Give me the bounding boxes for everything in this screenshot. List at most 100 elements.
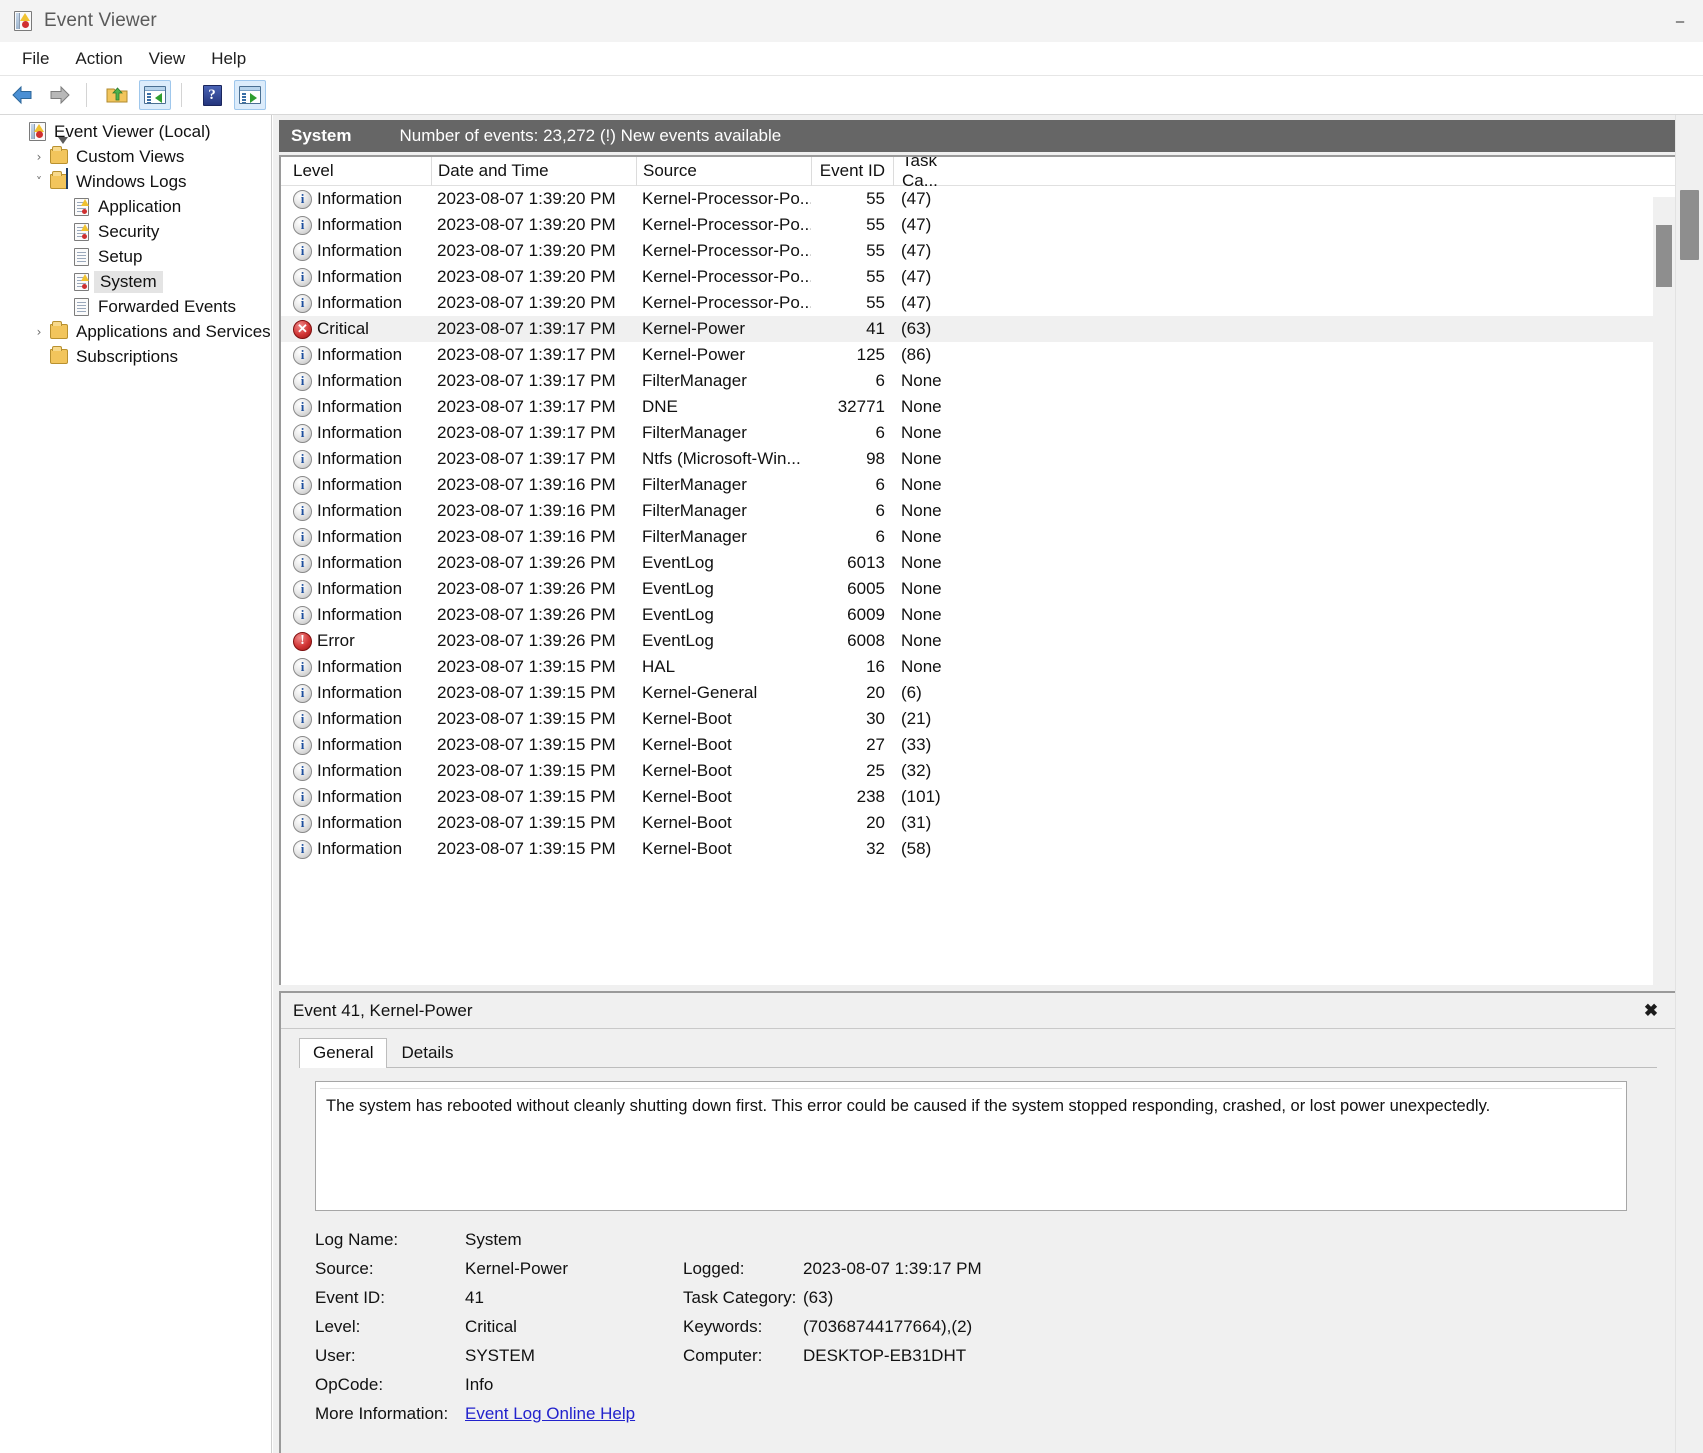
sidebar-item-label: Forwarded Events bbox=[98, 296, 236, 316]
cell-task-category: (31) bbox=[901, 813, 932, 832]
info-icon: i bbox=[293, 527, 312, 547]
cell-date-time: 2023-08-07 1:39:15 PM bbox=[437, 787, 616, 806]
table-row[interactable]: i Information 2023-08-07 1:39:20 PM Kernel-… bbox=[281, 238, 1675, 264]
cell-level-text: Information bbox=[317, 709, 403, 728]
field-value: System bbox=[465, 1229, 522, 1249]
field-label: Task Category: bbox=[683, 1287, 797, 1307]
cell-level-text: Information bbox=[317, 449, 403, 468]
help-button[interactable]: ? bbox=[196, 80, 228, 110]
cell-level: i Information bbox=[281, 420, 431, 446]
menu-item-action[interactable]: Action bbox=[63, 46, 134, 72]
sidebar-item-system[interactable]: System bbox=[0, 269, 271, 294]
event-description-box: The system has rebooted without cleanly … bbox=[315, 1081, 1627, 1211]
tab-general[interactable]: General bbox=[299, 1038, 388, 1068]
menu-item-file[interactable]: File bbox=[10, 46, 61, 72]
table-row[interactable]: i Information 2023-08-07 1:39:17 PM FilterM… bbox=[281, 368, 1675, 394]
sidebar-item-windows-logs[interactable]: ˅ Windows Logs bbox=[0, 168, 271, 194]
show-hide-action-pane-button[interactable] bbox=[234, 80, 266, 110]
menu-item-view[interactable]: View bbox=[137, 46, 198, 72]
cell-source: Kernel-Boot bbox=[642, 839, 732, 858]
table-row[interactable]: i Information 2023-08-07 1:39:17 PM Kernel-… bbox=[281, 342, 1675, 368]
table-row[interactable]: i Information 2023-08-07 1:39:15 PM Kernel-… bbox=[281, 810, 1675, 836]
sidebar-item-setup[interactable]: Setup bbox=[0, 244, 271, 269]
chevron-down-icon[interactable]: ˅ bbox=[30, 175, 48, 189]
chevron-right-icon[interactable]: › bbox=[30, 150, 48, 164]
chevron-right-icon[interactable]: › bbox=[30, 325, 48, 339]
table-row[interactable]: i Information 2023-08-07 1:39:26 PM EventLo… bbox=[281, 602, 1675, 628]
table-row[interactable]: i Information 2023-08-07 1:39:16 PM FilterM… bbox=[281, 472, 1675, 498]
cell-task-category: None bbox=[901, 397, 942, 416]
main-panel: System Number of events: 23,272 (!) New … bbox=[273, 115, 1703, 1453]
info-icon: i bbox=[293, 579, 312, 599]
sidebar-item-subscriptions[interactable]: Subscriptions bbox=[0, 344, 271, 369]
column-header-level[interactable]: Level bbox=[281, 157, 431, 186]
event-list-scrollbar-thumb[interactable] bbox=[1656, 225, 1672, 287]
show-hide-console-tree-button[interactable] bbox=[139, 80, 171, 110]
table-row[interactable]: i Information 2023-08-07 1:39:26 PM EventLo… bbox=[281, 550, 1675, 576]
cell-level: i Information bbox=[281, 758, 431, 784]
cell-task-category: None bbox=[901, 553, 942, 572]
cell-task-category: None bbox=[901, 657, 942, 676]
forward-button[interactable] bbox=[44, 80, 76, 110]
table-row[interactable]: i Information 2023-08-07 1:39:17 PM Ntfs (M… bbox=[281, 446, 1675, 472]
console-tree-icon bbox=[144, 86, 166, 104]
table-row[interactable]: i Information 2023-08-07 1:39:15 PM Kernel-… bbox=[281, 732, 1675, 758]
cell-event-id: 6 bbox=[875, 527, 885, 546]
table-row[interactable]: i Information 2023-08-07 1:39:15 PM Kernel-… bbox=[281, 680, 1675, 706]
event-list-scrollbar[interactable] bbox=[1653, 197, 1675, 985]
minimize-button[interactable]: – bbox=[1657, 0, 1703, 42]
menu-item-help[interactable]: Help bbox=[199, 46, 258, 72]
sidebar-item-label: Windows Logs bbox=[76, 171, 187, 191]
tab-details[interactable]: Details bbox=[387, 1038, 467, 1068]
back-button[interactable] bbox=[6, 80, 38, 110]
table-row[interactable]: ! Error 2023-08-07 1:39:26 PM EventLog 6008 N… bbox=[281, 628, 1675, 654]
cell-event-id: 32 bbox=[866, 839, 885, 858]
cell-task-category: None bbox=[901, 423, 942, 442]
cell-date-time: 2023-08-07 1:39:16 PM bbox=[437, 475, 616, 494]
error-icon: ! bbox=[293, 631, 312, 651]
cell-event-id: 32771 bbox=[837, 397, 885, 416]
table-row[interactable]: i Information 2023-08-07 1:39:17 PM DNE 3277… bbox=[281, 394, 1675, 420]
sidebar-item-application[interactable]: Application bbox=[0, 194, 271, 219]
console-tree[interactable]: Event Viewer (Local) › Custom Views ˅ Window… bbox=[0, 115, 272, 1453]
table-row[interactable]: i Information 2023-08-07 1:39:16 PM FilterM… bbox=[281, 524, 1675, 550]
table-row[interactable]: i Information 2023-08-07 1:39:16 PM FilterM… bbox=[281, 498, 1675, 524]
table-row[interactable]: i Information 2023-08-07 1:39:20 PM Kernel-… bbox=[281, 264, 1675, 290]
table-row[interactable]: i Information 2023-08-07 1:39:20 PM Kernel-… bbox=[281, 290, 1675, 316]
table-row[interactable]: i Information 2023-08-07 1:39:20 PM Kernel-… bbox=[281, 212, 1675, 238]
column-header-task-category[interactable]: Task Ca... bbox=[893, 157, 971, 190]
table-row[interactable]: i Information 2023-08-07 1:39:15 PM Kernel-… bbox=[281, 758, 1675, 784]
info-icon: i bbox=[293, 761, 312, 781]
table-row[interactable]: i Information 2023-08-07 1:39:17 PM FilterM… bbox=[281, 420, 1675, 446]
column-header-source[interactable]: Source bbox=[636, 157, 811, 186]
column-header-date[interactable]: Date and Time bbox=[431, 157, 636, 186]
sidebar-item-event-viewer-local[interactable]: Event Viewer (Local) bbox=[0, 119, 271, 144]
column-header-event-id[interactable]: Event ID bbox=[811, 157, 893, 186]
cell-level-text: Information bbox=[317, 787, 403, 806]
table-row[interactable]: i Information 2023-08-07 1:39:15 PM Kernel-… bbox=[281, 784, 1675, 810]
sidebar-item-applications-and-services-log[interactable]: › Applications and Services Log bbox=[0, 319, 271, 344]
table-row[interactable]: ✕ Critical 2023-08-07 1:39:17 PM Kernel-Pow… bbox=[281, 316, 1675, 342]
table-row[interactable]: i Information 2023-08-07 1:39:15 PM HAL 16 No… bbox=[281, 654, 1675, 680]
close-icon[interactable]: ✖ bbox=[1641, 1001, 1661, 1021]
sidebar-item-custom-views[interactable]: › Custom Views bbox=[0, 137, 271, 169]
cell-source: EventLog bbox=[642, 553, 714, 572]
cell-level-text: Information bbox=[317, 189, 403, 208]
window-title: Event Viewer bbox=[44, 10, 157, 31]
event-log-online-help-link[interactable]: Event Log Online Help bbox=[465, 1404, 635, 1424]
cell-event-id: 6 bbox=[875, 371, 885, 390]
table-row[interactable]: i Information 2023-08-07 1:39:15 PM Kernel-… bbox=[281, 836, 1675, 862]
log-warning-icon bbox=[70, 197, 92, 216]
main-vertical-scrollbar[interactable] bbox=[1675, 115, 1703, 1453]
up-one-level-button[interactable] bbox=[101, 80, 133, 110]
cell-date-time: 2023-08-07 1:39:15 PM bbox=[437, 709, 616, 728]
main-vertical-scrollbar-thumb[interactable] bbox=[1680, 190, 1699, 260]
table-row[interactable]: i Information 2023-08-07 1:39:20 PM Kernel-… bbox=[281, 186, 1675, 212]
event-list[interactable]: Level Date and Time Source Event ID Task… bbox=[279, 155, 1675, 985]
table-row[interactable]: i Information 2023-08-07 1:39:26 PM EventLo… bbox=[281, 576, 1675, 602]
toolbar-separator bbox=[86, 83, 87, 107]
sidebar-item-forwarded-events[interactable]: Forwarded Events bbox=[0, 294, 271, 319]
table-row[interactable]: i Information 2023-08-07 1:39:15 PM Kernel-… bbox=[281, 706, 1675, 732]
cell-source: EventLog bbox=[642, 579, 714, 598]
sidebar-item-security[interactable]: Security bbox=[0, 219, 271, 244]
